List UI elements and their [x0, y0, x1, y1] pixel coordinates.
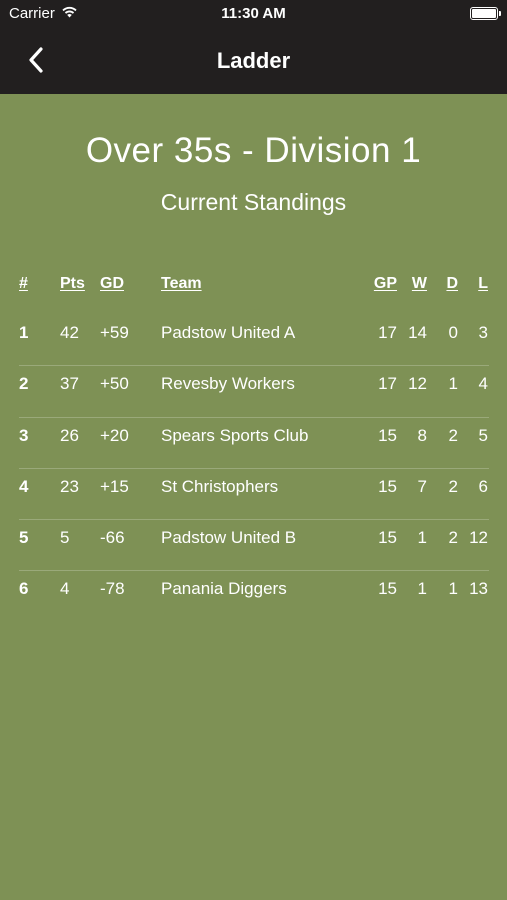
- column-header-wins[interactable]: W: [412, 266, 427, 302]
- cell-wins: 12: [408, 374, 427, 394]
- cell-draws: 2: [448, 528, 458, 548]
- cell-points: 23: [60, 476, 79, 496]
- column-header-points[interactable]: Pts: [60, 266, 85, 302]
- cell-wins: 7: [417, 476, 427, 496]
- table-row[interactable]: 6 4 -78 Panania Diggers 15 1 1 13: [19, 571, 489, 622]
- table-row[interactable]: 4 23 +15 St Christophers 15 7 2 6: [19, 469, 489, 521]
- cell-losses: 5: [478, 425, 488, 445]
- table-row[interactable]: 1 42 +59 Padstow United A 17 14 0 3: [19, 315, 489, 367]
- cell-points: 26: [60, 425, 79, 445]
- table-row[interactable]: 3 26 +20 Spears Sports Club 15 8 2 5: [19, 418, 489, 469]
- cell-games-played: 17: [378, 374, 397, 394]
- cell-games-played: 17: [378, 323, 397, 342]
- cell-draws: 2: [448, 425, 458, 445]
- nav-title: Ladder: [216, 48, 291, 73]
- cell-points: 4: [60, 579, 70, 599]
- cell-draws: 1: [448, 374, 458, 394]
- cell-rank: 2: [19, 374, 29, 394]
- cell-team: Revesby Workers: [161, 374, 295, 394]
- cell-team: Spears Sports Club: [161, 425, 309, 445]
- cell-rank: 4: [19, 476, 29, 496]
- status-time: 11:30 AM: [221, 5, 286, 22]
- cell-team: St Christophers: [161, 476, 279, 496]
- cell-losses: 4: [478, 374, 488, 394]
- cell-goal-difference: -78: [100, 579, 125, 599]
- cell-points: 42: [60, 323, 79, 342]
- cell-team: Padstow United A: [161, 323, 296, 342]
- table-row[interactable]: 2 37 +50 Revesby Workers 17 12 1 4: [19, 366, 489, 418]
- cell-games-played: 15: [378, 528, 397, 548]
- table-row[interactable]: 5 5 -66 Padstow United B 15 1 2 12: [19, 520, 489, 572]
- table-body: 1 42 +59 Padstow United A 17 14 0 3 2 37…: [19, 315, 489, 623]
- cell-goal-difference: +20: [100, 425, 129, 445]
- cell-goal-difference: +59: [100, 323, 129, 342]
- cell-games-played: 15: [378, 579, 397, 599]
- cell-goal-difference: +15: [100, 476, 129, 496]
- cell-wins: 14: [408, 323, 427, 342]
- cell-wins: 8: [417, 425, 427, 445]
- column-header-goal-difference[interactable]: GD: [100, 266, 124, 302]
- cell-losses: 12: [469, 528, 488, 548]
- cell-rank: 5: [19, 528, 29, 548]
- navigation-bar: Ladder: [0, 28, 507, 94]
- cell-points: 5: [60, 528, 70, 548]
- column-header-losses[interactable]: L: [478, 266, 488, 302]
- cell-draws: 2: [448, 476, 458, 496]
- cell-goal-difference: +50: [100, 374, 129, 394]
- cell-team: Panania Diggers: [161, 579, 287, 599]
- page-subtitle: Current Standings: [160, 189, 347, 215]
- status-bar: Carrier 11:30 AM: [0, 0, 507, 28]
- cell-draws: 1: [448, 579, 458, 599]
- table-header: # Pts GD Team GP W D L: [19, 266, 489, 302]
- cell-goal-difference: -66: [100, 528, 125, 548]
- cell-rank: 3: [19, 425, 29, 445]
- cell-team: Padstow United B: [161, 528, 297, 548]
- column-header-team[interactable]: Team: [161, 266, 202, 302]
- cell-rank: 6: [19, 579, 29, 599]
- standings-table: # Pts GD Team GP W D L 1 42 +59 Padstow …: [19, 266, 489, 623]
- cell-games-played: 15: [378, 476, 397, 496]
- cell-games-played: 15: [378, 425, 397, 445]
- column-header-rank[interactable]: #: [19, 266, 28, 302]
- cell-draws: 0: [448, 323, 458, 342]
- cell-wins: 1: [417, 528, 427, 548]
- cell-points: 37: [60, 374, 79, 394]
- column-header-games-played[interactable]: GP: [374, 266, 397, 302]
- cell-losses: 3: [478, 323, 488, 342]
- cell-rank: 1: [19, 323, 29, 342]
- cell-losses: 6: [478, 476, 488, 496]
- page-title: Over 35s - Division 1: [85, 131, 422, 170]
- cell-losses: 13: [469, 579, 488, 599]
- battery-icon: [470, 7, 501, 20]
- column-header-draws[interactable]: D: [446, 266, 458, 302]
- cell-wins: 1: [417, 579, 427, 599]
- top-bar: Carrier 11:30 AM Ladder: [0, 0, 507, 94]
